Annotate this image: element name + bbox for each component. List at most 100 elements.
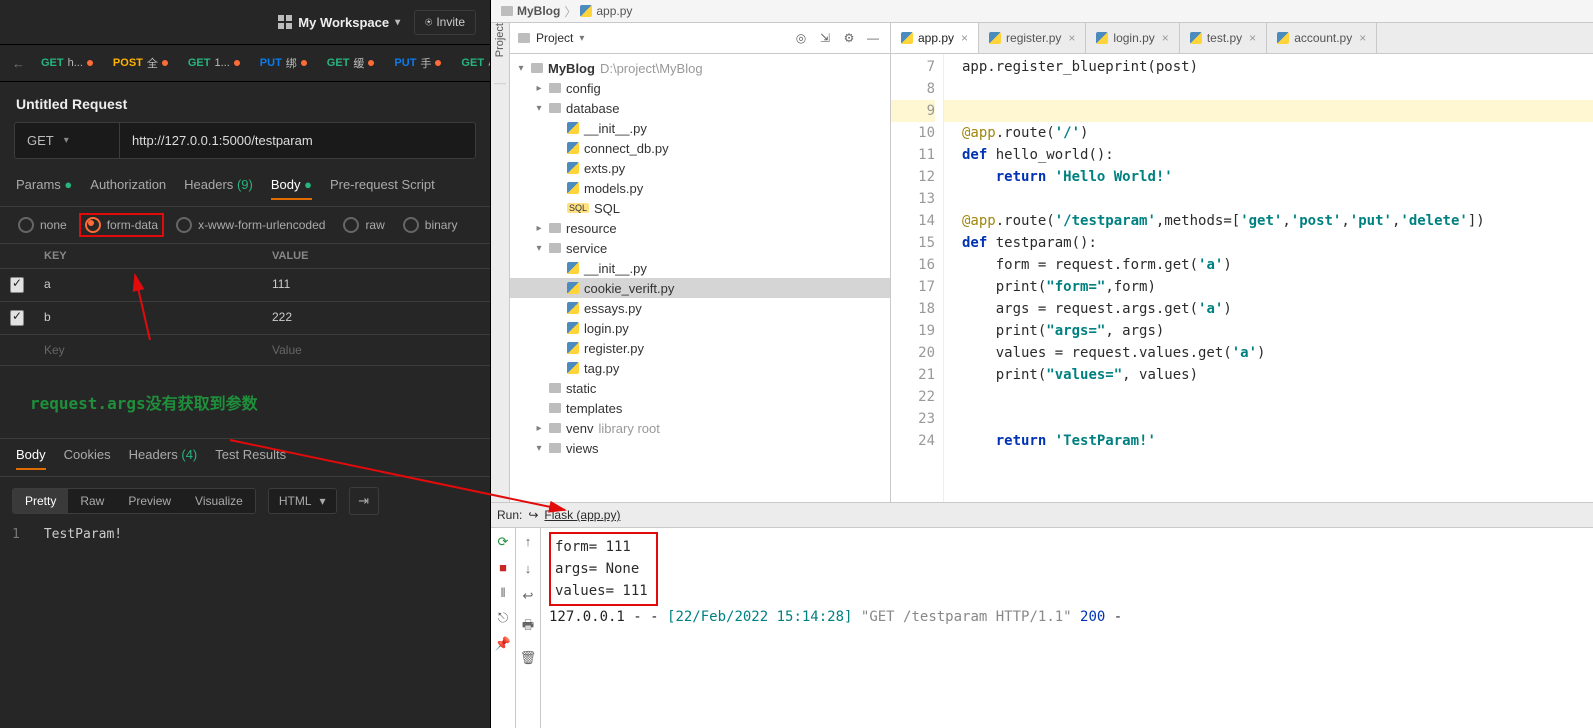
tab-headers[interactable]: Headers (9) [184,173,253,200]
close-icon[interactable]: × [961,31,968,45]
view-visualize[interactable]: Visualize [183,489,255,513]
row-checkbox[interactable] [0,335,34,365]
tree-node[interactable]: ▾service [510,238,890,258]
chevron-down-icon[interactable]: ▾ [579,33,584,44]
body-type-xwww[interactable]: x-www-form-urlencoded [176,217,325,233]
tree-node[interactable]: models.py [510,178,890,198]
editor-tab[interactable]: account.py× [1267,23,1377,53]
history-tab[interactable]: GET 1... [180,51,248,75]
close-icon[interactable]: × [1162,31,1169,45]
editor-tab[interactable]: app.py× [891,23,979,53]
invite-button[interactable]: ⍟ Invite [414,10,476,35]
format-select[interactable]: HTML▾ [268,488,337,514]
folder-icon [549,383,561,393]
stop-icon[interactable]: ■ [499,560,507,575]
expand-icon[interactable]: ⇲ [816,29,834,47]
breadcrumb-folder[interactable]: MyBlog [501,4,560,18]
history-tab[interactable]: GET 缓 [319,51,383,75]
request-url-input[interactable]: http://127.0.0.1:5000/testparam [120,123,475,158]
row-checkbox[interactable] [0,269,34,301]
console-output[interactable]: form= 111args= Nonevalues= 111 127.0.0.1… [541,528,1593,728]
code-editor[interactable]: 789101112131415161718192021222324 app.re… [891,54,1593,502]
resp-tab-headers[interactable]: Headers (4) [129,439,198,470]
locate-icon[interactable]: ◎ [792,29,810,47]
body-type-none[interactable]: none [18,217,67,233]
tree-node[interactable]: ▾views [510,438,890,458]
history-back-icon[interactable]: ← [6,56,31,71]
body-type-binary[interactable]: binary [403,217,458,233]
history-tab[interactable]: PUT 手 [386,51,449,75]
tree-node[interactable]: ▾database [510,98,890,118]
python-file-icon [567,302,579,314]
resp-tab-tests[interactable]: Test Results [215,439,286,470]
editor-tabs: app.py×register.py×login.py×test.py×acco… [891,23,1593,54]
project-header-label[interactable]: Project [536,31,573,45]
view-pretty[interactable]: Pretty [13,489,68,513]
request-title[interactable]: Untitled Request [0,82,490,122]
body-type-raw[interactable]: raw [343,217,384,233]
tree-node[interactable]: __init__.py [510,118,890,138]
gear-icon[interactable]: ⚙ [840,29,858,47]
tree-node[interactable]: connect_db.py [510,138,890,158]
value-placeholder[interactable]: Value [262,335,490,365]
body-type-form-data[interactable]: form-data [79,213,164,237]
exit-icon[interactable]: ⎋ [498,610,508,626]
tree-node[interactable]: ▸venv library root [510,418,890,438]
tree-node[interactable]: exts.py [510,158,890,178]
hide-icon[interactable]: — [864,29,882,47]
tree-node[interactable]: __init__.py [510,258,890,278]
tree-node[interactable]: cookie_verift.py [510,278,890,298]
tree-node[interactable]: ▾MyBlog D:\project\MyBlog [510,58,890,78]
down-icon[interactable]: ↓ [525,561,532,576]
tab-params[interactable]: Params ● [16,173,72,200]
key-cell[interactable]: b [34,302,262,334]
close-icon[interactable]: × [1249,31,1256,45]
close-icon[interactable]: × [1359,31,1366,45]
editor-tab[interactable]: test.py× [1180,23,1267,53]
resp-tab-body[interactable]: Body [16,439,46,470]
history-tab[interactable]: PUT 绑 [252,51,315,75]
radio-icon [403,217,419,233]
tree-node[interactable]: ▸config [510,78,890,98]
tree-node[interactable]: templates [510,398,890,418]
tree-node[interactable]: SQLSQL [510,198,890,218]
value-cell[interactable]: 222 [262,302,490,334]
run-config-name[interactable]: Flask (app.py) [544,508,620,522]
http-method-select[interactable]: GET ▾ [15,123,120,158]
tree-node[interactable]: register.py [510,338,890,358]
tab-body[interactable]: Body ● [271,173,312,200]
editor-tab[interactable]: login.py× [1086,23,1179,53]
rerun-icon[interactable]: ⟳ [498,534,509,550]
tab-authorization[interactable]: Authorization [90,173,166,200]
tab-prereq-script[interactable]: Pre-request Script [330,173,435,200]
history-tab[interactable]: GET 小 [453,51,490,75]
tree-node[interactable]: tag.py [510,358,890,378]
ide-left-rail[interactable]: Project [491,23,510,502]
history-tab[interactable]: GET h... [33,51,101,75]
pause-icon[interactable]: ‖ [500,585,505,600]
resp-tab-cookies[interactable]: Cookies [64,439,111,470]
soft-wrap-icon[interactable]: ↩ [523,588,534,604]
project-tree[interactable]: ▾MyBlog D:\project\MyBlog ▸config ▾datab… [510,54,890,502]
view-preview[interactable]: Preview [116,489,183,513]
key-cell[interactable]: a [34,269,262,301]
row-checkbox[interactable] [0,302,34,334]
pin-icon[interactable]: 📌 [495,636,511,652]
tree-node[interactable]: ▸resource [510,218,890,238]
view-raw[interactable]: Raw [68,489,116,513]
workspace-switcher[interactable]: My Workspace ▾ [278,15,400,30]
up-icon[interactable]: ↑ [525,534,532,549]
body-type-none-label: none [40,218,67,232]
key-placeholder[interactable]: Key [34,335,262,365]
breadcrumb-file[interactable]: app.py [580,4,632,18]
trash-icon[interactable]: 🗑 [520,650,537,666]
print-icon[interactable]: 🖶 [522,616,534,638]
value-cell[interactable]: 111 [262,269,490,301]
close-icon[interactable]: × [1068,31,1075,45]
tree-node[interactable]: essays.py [510,298,890,318]
history-tab[interactable]: POST 全 [105,51,176,75]
tree-node[interactable]: static [510,378,890,398]
tree-node[interactable]: login.py [510,318,890,338]
wrap-toggle[interactable]: ⇥ [349,487,379,515]
editor-tab[interactable]: register.py× [979,23,1086,53]
